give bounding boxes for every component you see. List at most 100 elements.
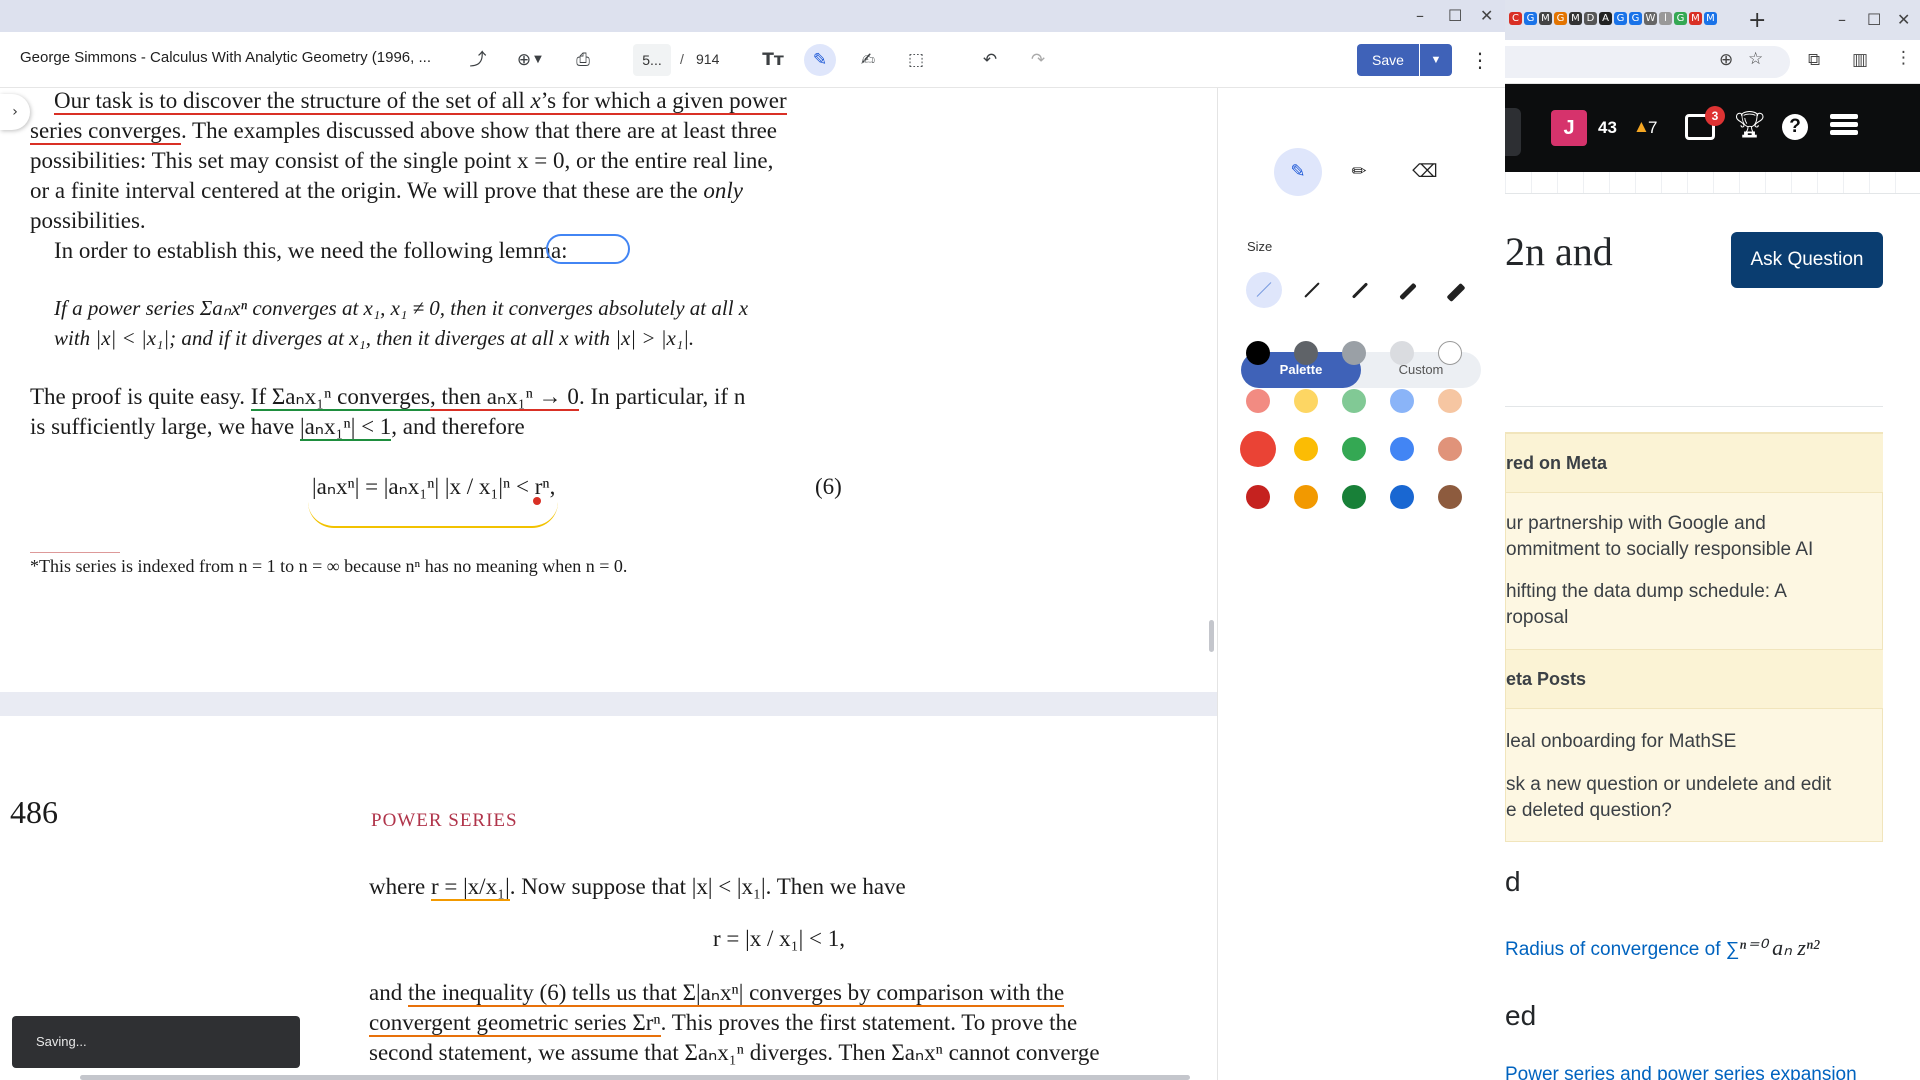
zoom-icon[interactable]: ⊕	[1719, 50, 1733, 70]
vertical-scrollbar[interactable]	[1209, 620, 1214, 652]
tab-favicon[interactable]: M	[1569, 12, 1582, 25]
meta-link[interactable]: ur partnership with Google and	[1506, 511, 1871, 537]
color-swatch[interactable]	[1246, 485, 1270, 509]
tab-favicon[interactable]: G	[1614, 12, 1627, 25]
color-swatch[interactable]	[1294, 485, 1318, 509]
color-swatch[interactable]	[1294, 389, 1318, 413]
tab-favicon[interactable]: G	[1554, 12, 1567, 25]
color-swatch[interactable]	[1342, 437, 1366, 461]
ask-question-button[interactable]: Ask Question	[1731, 232, 1883, 288]
lemma-line: If a power series Σaₙxⁿ converges at x₁,…	[54, 296, 749, 320]
user-avatar[interactable]: J	[1551, 110, 1587, 146]
print-icon[interactable]: ⎙	[567, 44, 599, 76]
help-icon[interactable]: ?	[1782, 114, 1808, 140]
tab-favicons: C G M G M D A G G W l G M M	[1509, 12, 1717, 25]
tab-favicon[interactable]: M	[1689, 12, 1702, 25]
close-icon[interactable]: ✕	[1480, 6, 1493, 25]
tab-favicon[interactable]: l	[1659, 12, 1672, 25]
new-tab-button[interactable]: +	[1748, 8, 1766, 33]
size-option-1[interactable]	[1246, 272, 1282, 308]
maximize-icon[interactable]: ☐	[1867, 10, 1881, 29]
color-swatch[interactable]	[1390, 485, 1414, 509]
tab-favicon[interactable]: M	[1704, 12, 1717, 25]
tab-favicon[interactable]: D	[1584, 12, 1597, 25]
site-search-input[interactable]	[1505, 108, 1521, 156]
size-option-2[interactable]	[1294, 272, 1330, 308]
footnote: *This series is indexed from n = 1 to n …	[30, 556, 628, 576]
side-panel-icon[interactable]: ▥	[1852, 50, 1868, 70]
redo-icon[interactable]: ↷	[1022, 44, 1054, 76]
tab-favicon[interactable]: M	[1539, 12, 1552, 25]
share-icon[interactable]: ⤴	[462, 44, 494, 76]
pdf-text-run: . Now suppose that |x| < |x₁|. Then we h…	[509, 874, 906, 899]
extensions-icon[interactable]: ⧉	[1808, 50, 1820, 70]
bronze-badge-count: 7	[1648, 118, 1658, 137]
save-button[interactable]: Save	[1357, 44, 1419, 76]
meta-link[interactable]: sk a new question or undelete and edit	[1506, 772, 1871, 798]
undo-icon[interactable]: ↶	[974, 44, 1006, 76]
meta-link[interactable]: leal onboarding for MathSE	[1506, 729, 1871, 755]
tab-favicon[interactable]: G	[1629, 12, 1642, 25]
color-swatch[interactable]	[1438, 341, 1462, 365]
color-swatch[interactable]	[1342, 389, 1366, 413]
color-swatch[interactable]	[1246, 341, 1270, 365]
more-options-icon[interactable]: ⋮	[1466, 44, 1494, 76]
pdf-text-run: Our task is to discover the structure of…	[54, 88, 531, 113]
minimize-icon[interactable]: –	[1416, 6, 1424, 25]
tab-favicon[interactable]: G	[1674, 12, 1687, 25]
page-number-input[interactable]: 5...	[633, 44, 671, 76]
text-tool-icon[interactable]: Tт	[757, 44, 789, 76]
tab-favicon[interactable]: G	[1524, 12, 1537, 25]
meta-link[interactable]: hifting the data dump schedule: A	[1506, 579, 1871, 605]
bookmark-star-icon[interactable]: ☆	[1748, 49, 1763, 69]
color-swatch[interactable]	[1240, 431, 1276, 467]
meta-link[interactable]: roposal	[1506, 605, 1871, 631]
yellow-brace-annotation[interactable]	[308, 502, 558, 528]
custom-tab[interactable]: Custom	[1361, 352, 1481, 388]
color-swatch[interactable]	[1246, 389, 1270, 413]
achievements-trophy-icon[interactable]: 🏆︎	[1733, 110, 1766, 140]
related-question-link[interactable]: Power series and power series expansion	[1505, 1064, 1857, 1080]
minimize-icon[interactable]: –	[1838, 10, 1846, 29]
signature-icon[interactable]: ✍	[852, 44, 884, 76]
tab-favicon[interactable]: A	[1599, 12, 1612, 25]
color-swatch[interactable]	[1390, 437, 1414, 461]
size-option-4[interactable]	[1390, 272, 1426, 308]
zoom-dropdown-icon[interactable]: ▼	[530, 44, 546, 76]
blue-circle-annotation[interactable]	[546, 234, 630, 264]
size-option-3[interactable]	[1342, 272, 1378, 308]
size-option-5[interactable]	[1438, 272, 1474, 308]
color-swatch[interactable]	[1294, 437, 1318, 461]
pen-tool-icon[interactable]: ✎	[1274, 148, 1322, 196]
linked-question-link[interactable]: Radius of convergence of ∑ⁿ⁼⁰ aₙ zⁿ²	[1505, 935, 1820, 961]
site-switcher-icon[interactable]	[1830, 114, 1858, 140]
color-swatch[interactable]	[1438, 437, 1462, 461]
color-swatch[interactable]	[1390, 389, 1414, 413]
color-swatch[interactable]	[1294, 341, 1318, 365]
color-swatch[interactable]	[1438, 485, 1462, 509]
color-swatch[interactable]	[1438, 389, 1462, 413]
meta-link[interactable]: ommitment to socially responsible AI	[1506, 537, 1871, 563]
sidebar-toggle-chevron-icon[interactable]: ›	[0, 94, 30, 130]
pdf-document-area[interactable]: › Our task is to discover the structure …	[0, 88, 1217, 1080]
horizontal-scrollbar[interactable]	[80, 1075, 1190, 1080]
eraser-tool-icon[interactable]: ⌫	[1401, 148, 1449, 196]
red-dot-annotation[interactable]	[533, 497, 541, 505]
pdf-text-run: is sufficiently large, we have	[30, 414, 300, 439]
tab-favicon[interactable]: W	[1644, 12, 1657, 25]
pdf-text-run: . In particular, if n	[578, 384, 746, 409]
maximize-icon[interactable]: ☐	[1448, 6, 1462, 25]
highlighter-tool-icon[interactable]: ✏	[1335, 148, 1383, 196]
annotate-pen-icon[interactable]: ✎	[804, 44, 836, 76]
meta-link[interactable]: e deleted question?	[1506, 798, 1871, 824]
tab-favicon[interactable]: C	[1509, 12, 1522, 25]
color-swatch[interactable]	[1390, 341, 1414, 365]
select-area-icon[interactable]: ⬚	[900, 44, 932, 76]
color-swatch[interactable]	[1342, 341, 1366, 365]
menu-icon[interactable]: ⋮	[1895, 48, 1912, 68]
site-header-pattern	[1505, 172, 1920, 194]
close-icon[interactable]: ✕	[1897, 10, 1910, 29]
linked-question-text[interactable]: Radius of convergence of ∑	[1505, 939, 1739, 960]
color-swatch[interactable]	[1342, 485, 1366, 509]
save-options-chevron-icon[interactable]: ▼	[1420, 44, 1452, 76]
